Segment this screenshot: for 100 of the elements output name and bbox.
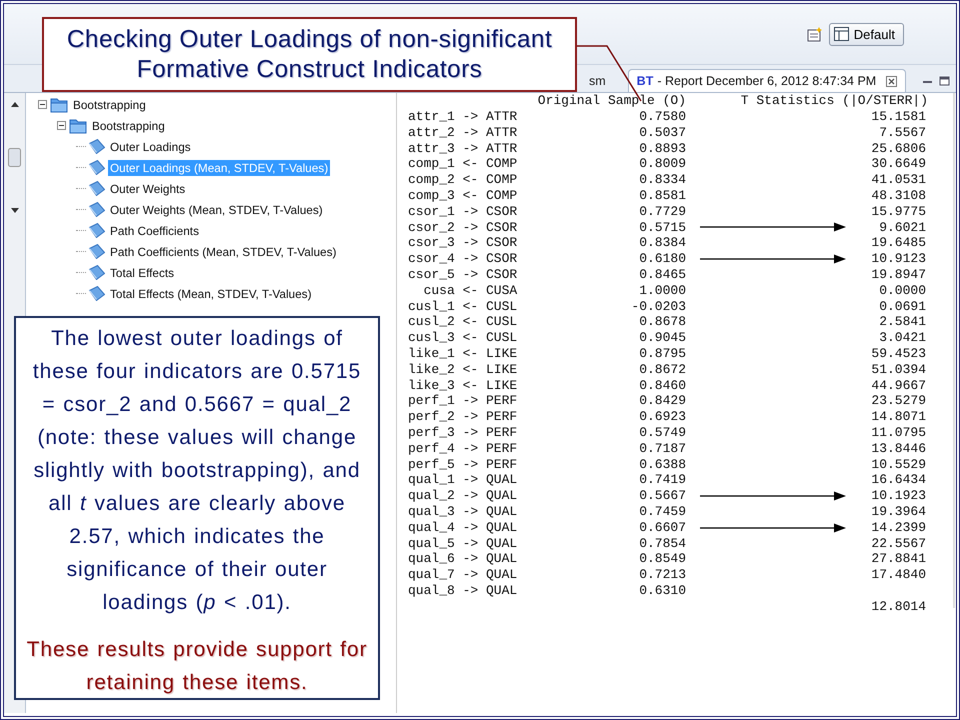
tree-item[interactable]: Path Coefficients (Mean, STDEV, T-Values) [108,244,338,260]
t-statistic-value: 51.0394 [871,362,926,377]
direction-arrow: -> [462,504,478,520]
indicator-name: comp_1 [408,156,455,172]
t-statistic-value: 25.6806 [871,140,926,156]
indicator-name: csor_4 [408,251,455,267]
construct-name: QUAL [486,536,518,552]
tree-item[interactable]: Outer Weights (Mean, STDEV, T-Values) [108,202,325,218]
loading-value: -0.0203 [631,298,686,314]
construct-name: ATTR [486,124,518,141]
construct-name: CSOR [486,266,518,283]
t-statistic-value: 14.8071 [871,409,926,424]
indicator-name: like_1 [408,346,455,362]
loading-value: 0.8009 [639,156,686,172]
collapse-icon[interactable] [38,100,47,109]
indicator-name: csor_2 [408,220,455,236]
column-header: T Statistics (|O/STERR|) [740,93,928,109]
loading-value: 0.8334 [639,172,686,188]
t-statistic-value: 12.8014 [871,598,926,614]
direction-arrow: -> [462,235,478,252]
direction-arrow: <- [462,346,478,362]
t-statistic-value: 11.0795 [871,424,926,440]
construct-name: LIKE [486,346,518,362]
loading-value: 0.8893 [639,140,686,156]
indicator-name: attr_1 [408,109,455,125]
direction-arrow: <- [462,282,478,299]
loading-value: 0.5749 [639,424,686,440]
indicator-name: csor_1 [408,204,455,220]
construct-name: LIKE [486,378,518,394]
scroll-up-icon[interactable] [10,101,20,108]
indicator-name: qual_3 [408,504,455,520]
construct-name: CUSL [486,314,518,330]
t-statistic-value: 3.0421 [879,330,926,346]
t-statistic-value: 10.9123 [871,251,926,266]
note-text: The lowest outer loadings of these four indicators are 0.5715 = csor_2 and 0.5667 = qual_2 (note: these values will change slightly with bootstrapping), and all t values are clearly above 2.57, which indicates the significance of their outer loadings (p < .01). [32,326,362,616]
loading-value: 0.6923 [639,409,686,424]
direction-arrow: -> [462,251,478,267]
direction-arrow: -> [462,220,478,236]
t-statistic-value: 30.6649 [871,156,926,172]
loading-value: 0.7729 [639,204,686,219]
construct-name: QUAL [486,504,518,520]
indicator-name: qual_4 [408,520,455,536]
direction-arrow: -> [462,582,478,599]
tree-item[interactable]: Outer Loadings [108,138,193,154]
construct-name: CSOR [486,204,518,220]
tree-item[interactable]: Total Effects (Mean, STDEV, T-Values) [108,286,314,302]
report-icon [89,265,105,280]
loading-value: 0.7187 [639,440,686,456]
tree-item[interactable]: Total Effects [108,264,176,280]
report-icon [89,286,105,301]
scroll-thumb[interactable] [8,148,21,167]
direction-arrow: <- [462,362,478,378]
conclusion-text: These results provide support for retaining these items. [26,637,368,696]
loading-value: 0.8549 [639,551,686,566]
tree-item[interactable]: Bootstrapping [90,118,167,134]
t-statistic-value: 0.0691 [879,298,926,314]
direction-arrow: -> [462,409,478,425]
construct-name: QUAL [486,520,518,536]
maximize-icon[interactable] [939,76,950,86]
t-statistic-value: 23.5279 [871,393,926,408]
indicator-name: like_2 [408,362,455,378]
loading-value: 0.8429 [639,393,686,408]
close-icon[interactable] [886,76,898,86]
indicator-name: qual_2 [408,488,455,504]
indicator-name: comp_3 [408,188,455,204]
perspective-button[interactable]: Default [828,22,904,46]
direction-arrow: -> [462,520,478,536]
scroll-down-icon[interactable] [10,207,20,214]
tree-item[interactable]: Outer Weights [108,180,188,196]
loading-value: 0.6310 [639,582,686,598]
open-perspective-icon[interactable] [806,26,823,42]
loading-value: 1.0000 [639,282,686,298]
t-statistic-value: 19.3964 [871,504,926,519]
direction-arrow: -> [462,393,478,410]
tree-item[interactable]: Bootstrapping [71,96,148,112]
direction-arrow: -> [462,109,478,125]
t-statistic-value: 13.8446 [871,440,926,456]
loading-value: 0.5667 [639,488,686,504]
t-statistic-value: 10.1923 [871,488,926,504]
direction-arrow: -> [462,567,478,583]
indicator-name: perf_2 [408,409,455,425]
t-statistic-value: 15.9775 [871,204,926,219]
t-statistic-value: 59.4523 [871,346,926,361]
indicator-name: qual_1 [408,472,455,488]
direction-arrow: -> [462,456,478,472]
editor-tab[interactable]: BT - Report December 6, 2012 8:47:34 PM [628,69,906,92]
construct-name: COMP [486,172,518,188]
layout-icon [834,27,849,41]
construct-name: CUSL [486,330,518,346]
direction-arrow: <- [462,314,478,330]
construct-name: QUAL [486,551,518,568]
report-icon [89,244,105,259]
loading-value: 0.7854 [639,536,686,551]
tree-item[interactable]: Path Coefficients [108,222,201,238]
direction-arrow: <- [462,188,478,204]
direction-arrow: <- [462,298,478,314]
t-statistic-value: 19.6485 [871,235,926,250]
collapse-icon[interactable] [57,121,66,130]
indicator-name: qual_8 [408,582,455,599]
construct-name: PERF [486,409,518,425]
